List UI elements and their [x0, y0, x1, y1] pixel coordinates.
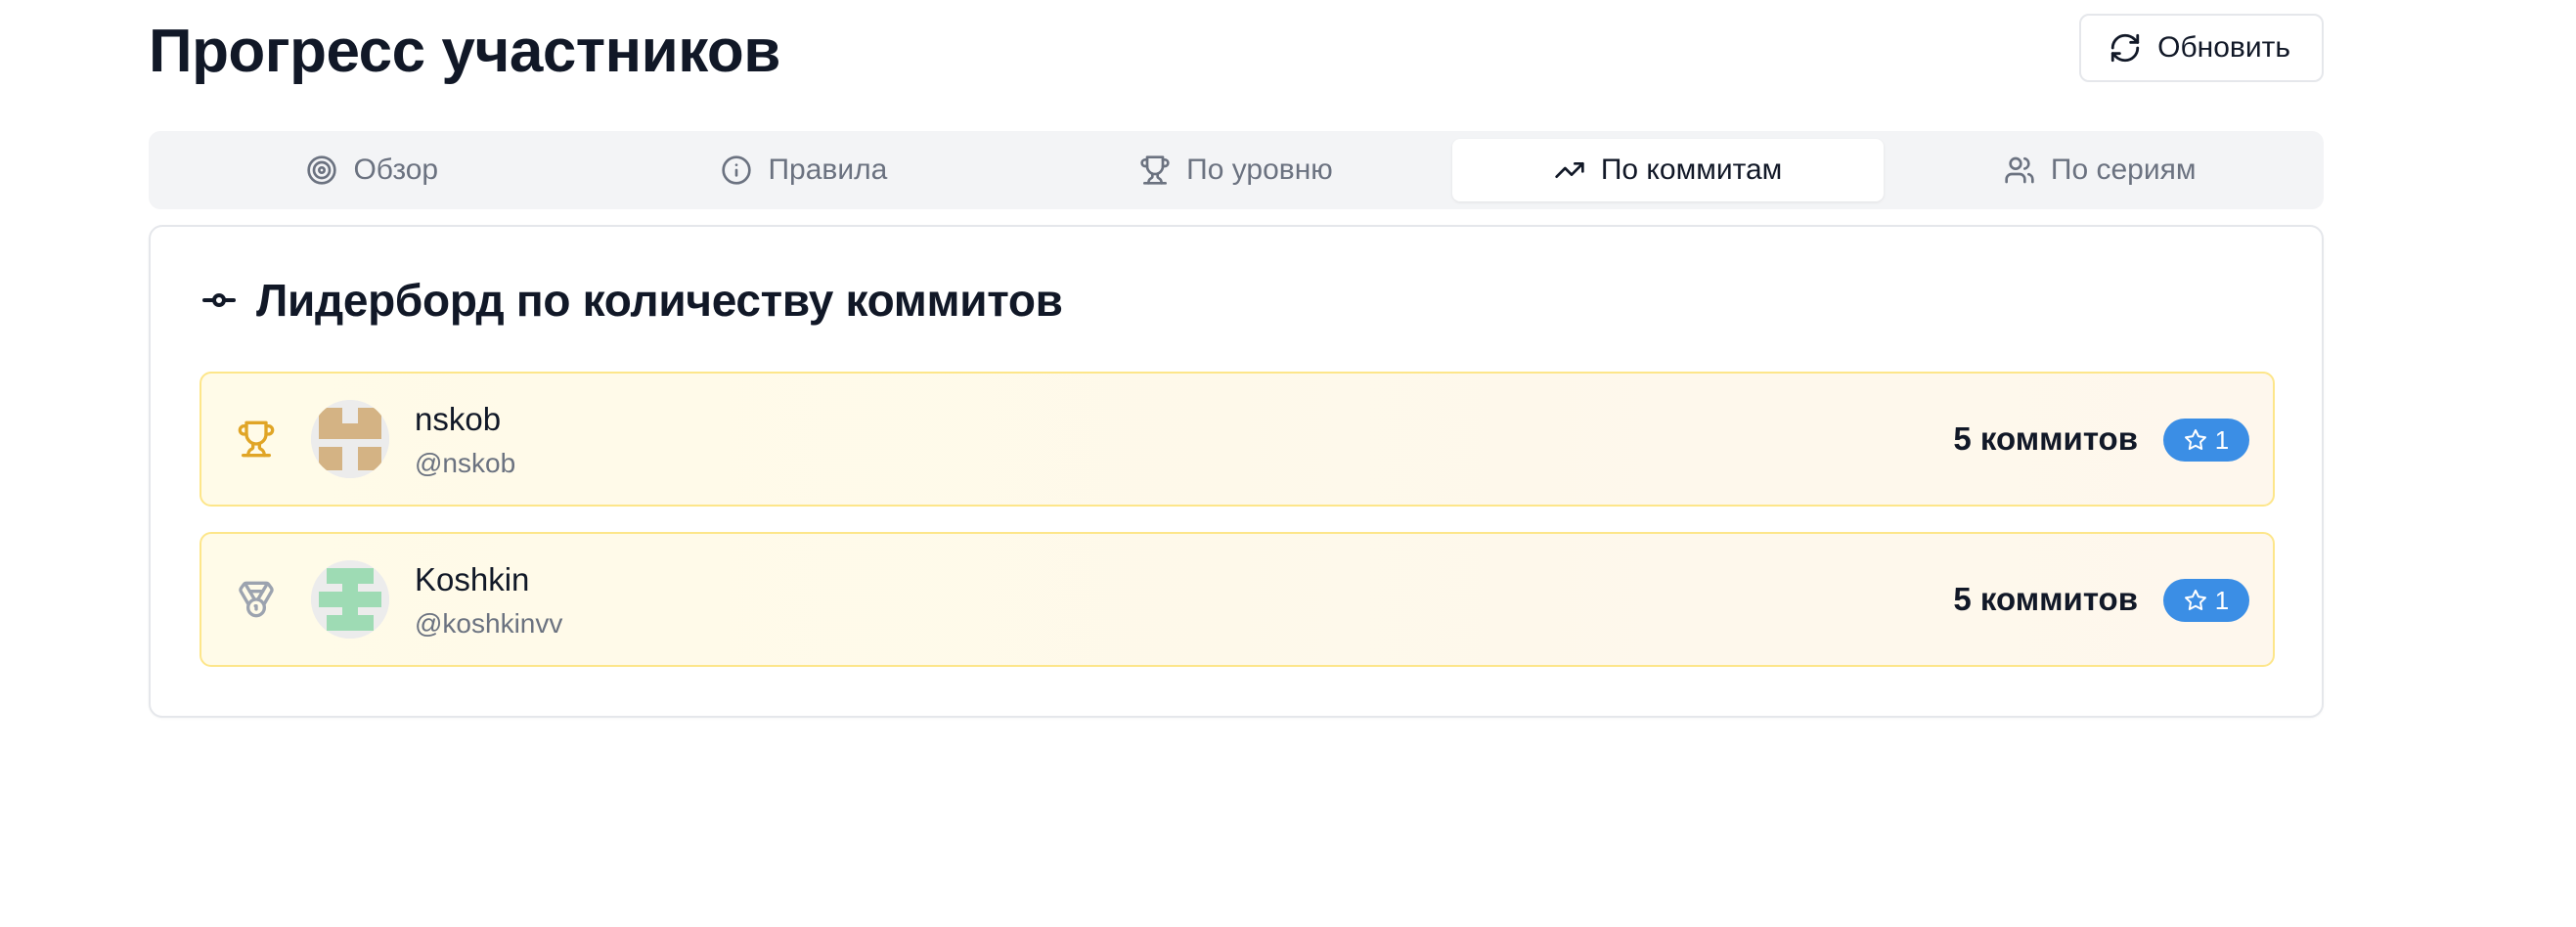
leaderboard-list: nskob @nskob 5 коммитов 1 Koshkin @koshk…	[200, 372, 2275, 692]
tab-by-commits[interactable]: По коммитам	[1451, 139, 1885, 201]
trophy-icon	[1140, 155, 1170, 185]
leaderboard-row[interactable]: nskob @nskob 5 коммитов 1	[200, 372, 2275, 507]
page: Прогресс участников Обновить Обзор Прави…	[0, 0, 2576, 927]
info-icon	[722, 155, 752, 185]
refresh-button[interactable]: Обновить	[2079, 14, 2324, 82]
leaderboard-title: Лидерборд по количеству коммитов	[200, 274, 1063, 327]
user-handle: @nskob	[415, 448, 516, 478]
trophy-icon	[238, 420, 275, 458]
tab-label: Обзор	[353, 154, 439, 186]
star-badge: 1	[2163, 419, 2249, 462]
trending-up-icon	[1555, 162, 1584, 178]
refresh-button-label: Обновить	[2157, 31, 2290, 64]
star-badge: 1	[2163, 579, 2249, 622]
tab-label: По сериям	[2050, 154, 2197, 186]
git-commit-icon	[202, 293, 236, 307]
tab-label: По коммитам	[1600, 154, 1783, 186]
tab-bar: Обзор Правила По уровню По коммитам По с…	[149, 131, 2324, 209]
tab-by-level[interactable]: По уровню	[1020, 139, 1452, 201]
tab-label: По уровню	[1186, 154, 1333, 186]
leaderboard-card: Лидерборд по количеству коммитов nskob @…	[149, 225, 2324, 718]
star-count: 1	[2214, 585, 2230, 615]
user-name: nskob	[415, 401, 502, 437]
user-name: Koshkin	[415, 561, 530, 597]
star-icon	[2184, 429, 2206, 451]
refresh-icon	[2110, 33, 2140, 63]
star-icon	[2184, 590, 2206, 611]
page-title: Прогресс участников	[149, 18, 780, 85]
tab-label: Правила	[768, 154, 888, 186]
tab-by-streaks[interactable]: По сериям	[1884, 139, 2316, 201]
tab-rules[interactable]: Правила	[589, 139, 1021, 201]
tab-overview[interactable]: Обзор	[156, 139, 589, 201]
leaderboard-row[interactable]: Koshkin @koshkinvv 5 коммитов 1	[200, 532, 2275, 667]
commit-count: 5 коммитов	[1953, 581, 2138, 617]
target-icon	[307, 155, 337, 185]
commit-count: 5 коммитов	[1953, 420, 2138, 457]
star-count: 1	[2214, 424, 2230, 455]
avatar	[311, 400, 389, 478]
leaderboard-title-text: Лидерборд по количеству коммитов	[256, 275, 1063, 326]
avatar	[311, 560, 389, 639]
user-handle: @koshkinvv	[415, 608, 563, 639]
users-icon	[2005, 156, 2034, 184]
header: Прогресс участников Обновить	[149, 12, 2324, 100]
medal-icon	[239, 581, 274, 618]
